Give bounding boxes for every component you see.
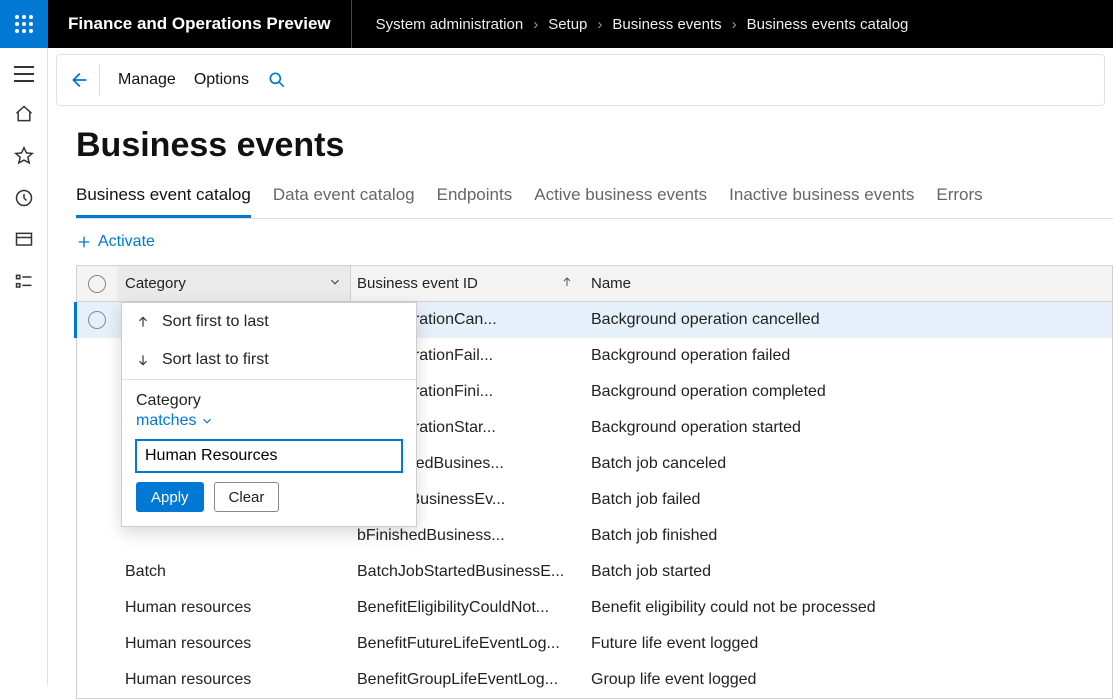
filter-field-label: Category	[136, 392, 402, 410]
breadcrumb: System administration › Setup › Business…	[352, 16, 909, 33]
cell-name: Batch job finished	[583, 527, 1112, 545]
data-grid: Category Business event ID Name Sort fir…	[76, 265, 1113, 699]
cell-name: Batch job started	[583, 563, 1112, 581]
apply-button[interactable]: Apply	[136, 482, 204, 512]
breadcrumb-item[interactable]: Business events catalog	[747, 16, 909, 33]
clear-button[interactable]: Clear	[214, 482, 280, 512]
cell-name: Batch job failed	[583, 491, 1112, 509]
activate-label: Activate	[98, 233, 155, 251]
cell-name: Background operation started	[583, 419, 1112, 437]
filter-value-input[interactable]	[136, 440, 402, 472]
cell-category: Human resources	[117, 626, 351, 662]
cell-id: BenefitGroupLifeEventLog...	[351, 662, 583, 698]
tab-active-business-events[interactable]: Active business events	[534, 179, 707, 218]
plus-icon	[76, 234, 92, 250]
cell-id: BatchJobStartedBusinessE...	[351, 554, 583, 590]
top-bar: Finance and Operations Preview System ad…	[0, 0, 1113, 48]
grid-header: Category Business event ID Name	[77, 266, 1112, 302]
cell-name: Background operation failed	[583, 347, 1112, 365]
cell-id: BenefitEligibilityCouldNot...	[351, 590, 583, 626]
page-title: Business events	[76, 126, 1113, 165]
tab-data-event-catalog[interactable]: Data event catalog	[273, 179, 415, 218]
cell-name: Group life event logged	[583, 671, 1112, 689]
page-content: Business events Business event catalog D…	[48, 106, 1113, 699]
arrow-down-icon	[136, 352, 150, 368]
select-all-checkbox[interactable]	[88, 275, 106, 293]
tab-inactive-business-events[interactable]: Inactive business events	[729, 179, 914, 218]
cell-name: Background operation cancelled	[583, 311, 1112, 329]
chevron-right-icon: ›	[597, 16, 602, 33]
row-select-checkbox[interactable]	[88, 311, 106, 329]
cell-category: Human resources	[117, 590, 351, 626]
workspace-icon[interactable]	[14, 230, 34, 250]
table-row[interactable]: BatchBatchJobStartedBusinessE...Batch jo…	[77, 554, 1112, 590]
hamburger-icon[interactable]	[14, 66, 34, 82]
cell-category: Batch	[117, 554, 351, 590]
activate-button[interactable]: Activate	[76, 233, 155, 251]
tab-errors[interactable]: Errors	[936, 179, 982, 218]
modules-icon[interactable]	[14, 272, 34, 292]
app-launcher-icon[interactable]	[0, 0, 48, 48]
search-icon[interactable]	[267, 70, 287, 90]
column-header-id[interactable]: Business event ID	[351, 266, 583, 301]
chevron-down-icon	[328, 275, 342, 293]
app-title: Finance and Operations Preview	[48, 0, 352, 48]
cell-category: Human resources	[117, 662, 351, 698]
chevron-down-icon	[200, 414, 214, 428]
manage-menu[interactable]: Manage	[118, 71, 176, 89]
main-region: Manage Options Business events Business …	[48, 48, 1113, 685]
recent-icon[interactable]	[14, 188, 34, 208]
sort-descending-option[interactable]: Sort last to first	[122, 341, 416, 379]
cell-name: Batch job canceled	[583, 455, 1112, 473]
left-rail	[0, 48, 48, 685]
cell-name: Benefit eligibility could not be process…	[583, 599, 1112, 617]
column-header-category[interactable]: Category	[117, 266, 351, 301]
table-row[interactable]: Human resourcesBenefitFutureLifeEventLog…	[77, 626, 1112, 662]
cell-id: BenefitFutureLifeEventLog...	[351, 626, 583, 662]
options-menu[interactable]: Options	[194, 71, 249, 89]
arrow-up-icon	[136, 314, 150, 330]
chevron-right-icon: ›	[533, 16, 538, 33]
sort-asc-icon	[561, 275, 573, 293]
cell-name: Future life event logged	[583, 635, 1112, 653]
tab-list: Business event catalog Data event catalo…	[76, 179, 1113, 219]
home-icon[interactable]	[14, 104, 34, 124]
back-button[interactable]	[67, 65, 100, 95]
breadcrumb-item[interactable]: System administration	[376, 16, 524, 33]
table-row[interactable]: Human resourcesBenefitGroupLifeEventLog.…	[77, 662, 1112, 698]
command-bar: Manage Options	[56, 54, 1105, 106]
breadcrumb-item[interactable]: Setup	[548, 16, 587, 33]
breadcrumb-item[interactable]: Business events	[612, 16, 721, 33]
sort-ascending-option[interactable]: Sort first to last	[122, 303, 416, 341]
column-header-name[interactable]: Name	[583, 275, 1112, 293]
tab-endpoints[interactable]: Endpoints	[437, 179, 513, 218]
chevron-right-icon: ›	[732, 16, 737, 33]
star-icon[interactable]	[14, 146, 34, 166]
tab-business-event-catalog[interactable]: Business event catalog	[76, 179, 251, 218]
filter-operator-dropdown[interactable]: matches	[136, 412, 214, 430]
column-filter-popup: Sort first to last Sort last to first Ca…	[121, 302, 417, 527]
cell-name: Background operation completed	[583, 383, 1112, 401]
table-row[interactable]: Human resourcesBenefitEligibilityCouldNo…	[77, 590, 1112, 626]
